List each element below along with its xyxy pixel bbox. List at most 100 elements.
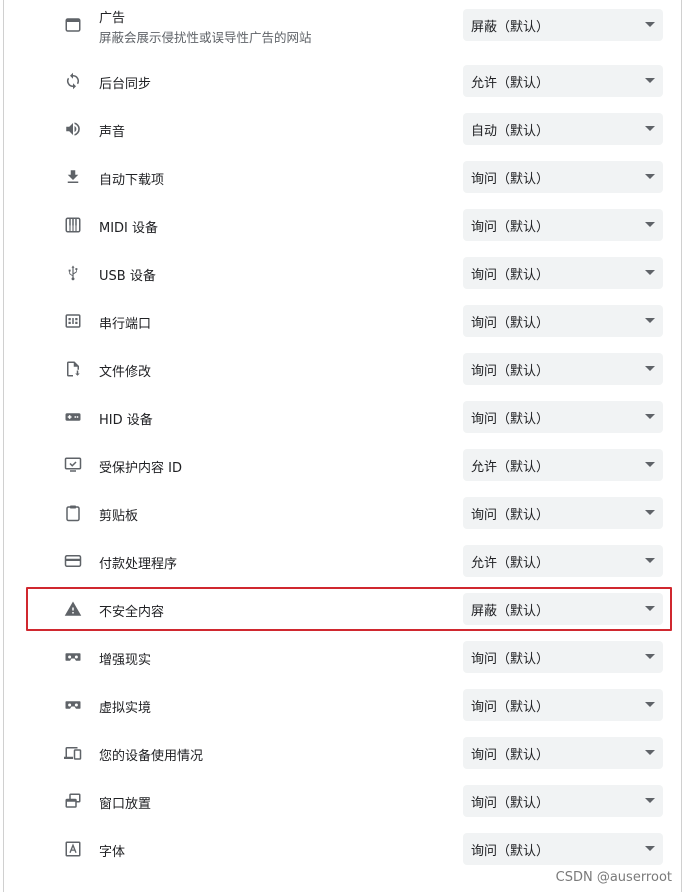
- select-value: 询问（默认）: [471, 507, 550, 523]
- select-value: 询问（默认）: [471, 747, 550, 763]
- watermark: CSDN @auserroot: [555, 870, 672, 885]
- setting-row-hid: HID 设备 询问（默认）: [0, 393, 686, 441]
- chevron-down-icon: [645, 174, 655, 179]
- background-sync-select[interactable]: 允许（默认）: [463, 65, 663, 97]
- setting-row-sound: 声音 自动（默认）: [0, 105, 686, 153]
- usb-select[interactable]: 询问（默认）: [463, 257, 663, 289]
- setting-row-window-placement: 窗口放置 询问（默认）: [0, 777, 686, 825]
- select-value: 允许（默认）: [471, 75, 550, 91]
- setting-label: 后台同步: [99, 77, 152, 92]
- virtual-reality-select[interactable]: 询问（默认）: [463, 689, 663, 721]
- credit-card-icon: [62, 550, 84, 572]
- setting-label: 声音: [99, 125, 126, 140]
- serial-port-icon: [62, 310, 84, 332]
- setting-row-midi: MIDI 设备 询问（默认）: [0, 201, 686, 249]
- gamepad-icon: [62, 406, 84, 428]
- select-value: 询问（默认）: [471, 411, 550, 427]
- window-placement-select[interactable]: 询问（默认）: [463, 785, 663, 817]
- setting-label: HID 设备: [99, 413, 153, 428]
- select-value: 询问（默认）: [471, 219, 550, 235]
- chevron-down-icon: [645, 558, 655, 563]
- usb-icon: [62, 262, 84, 284]
- setting-row-usb: USB 设备 询问（默认）: [0, 249, 686, 297]
- setting-label: 串行端口: [99, 317, 152, 332]
- setting-label: 自动下载项: [99, 173, 165, 188]
- setting-row-clipboard: 剪贴板 询问（默认）: [0, 489, 686, 537]
- chevron-down-icon: [645, 22, 655, 27]
- devices-icon: [62, 742, 84, 764]
- chevron-down-icon: [645, 78, 655, 83]
- setting-row-serial-ports: 串行端口 询问（默认）: [0, 297, 686, 345]
- chevron-down-icon: [645, 366, 655, 371]
- chevron-down-icon: [645, 462, 655, 467]
- vr-headset-icon: [62, 694, 84, 716]
- setting-label: 您的设备使用情况: [99, 749, 204, 764]
- hid-select[interactable]: 询问（默认）: [463, 401, 663, 433]
- setting-description: 屏蔽会展示侵扰性或误导性广告的网站: [99, 30, 312, 45]
- setting-row-augmented-reality: 增强现实 询问（默认）: [0, 633, 686, 681]
- font-icon: [62, 838, 84, 860]
- select-value: 询问（默认）: [471, 843, 550, 859]
- device-use-select[interactable]: 询问（默认）: [463, 737, 663, 769]
- payment-handlers-select[interactable]: 允许（默认）: [463, 545, 663, 577]
- highlight-box: [26, 587, 672, 631]
- setting-row-fonts: 字体 询问（默认）: [0, 825, 686, 873]
- select-value: 自动（默认）: [471, 123, 550, 139]
- protected-content-select[interactable]: 允许（默认）: [463, 449, 663, 481]
- setting-label: 广告: [99, 11, 126, 26]
- setting-label: 文件修改: [99, 365, 152, 380]
- setting-label: 剪贴板: [99, 509, 139, 524]
- chevron-down-icon: [645, 222, 655, 227]
- protected-content-icon: [62, 454, 84, 476]
- setting-label: 虚拟实境: [99, 701, 152, 716]
- select-value: 询问（默认）: [471, 171, 550, 187]
- setting-label: 付款处理程序: [99, 557, 178, 572]
- setting-row-file-editing: 文件修改 询问（默认）: [0, 345, 686, 393]
- select-value: 询问（默认）: [471, 795, 550, 811]
- setting-label: 窗口放置: [99, 797, 152, 812]
- setting-row-background-sync: 后台同步 允许（默认）: [0, 57, 686, 105]
- chevron-down-icon: [645, 510, 655, 515]
- piano-icon: [62, 214, 84, 236]
- chevron-down-icon: [645, 750, 655, 755]
- select-value: 屏蔽（默认）: [471, 19, 550, 35]
- select-value: 询问（默认）: [471, 267, 550, 283]
- setting-row-payment-handlers: 付款处理程序 允许（默认）: [0, 537, 686, 585]
- ads-permission-select[interactable]: 屏蔽（默认）: [463, 9, 663, 41]
- vr-headset-icon: [62, 646, 84, 668]
- download-icon: [62, 166, 84, 188]
- select-value: 询问（默认）: [471, 699, 550, 715]
- chevron-down-icon: [645, 846, 655, 851]
- select-value: 询问（默认）: [471, 315, 550, 331]
- setting-label: 受保护内容 ID: [99, 461, 182, 476]
- midi-select[interactable]: 询问（默认）: [463, 209, 663, 241]
- volume-icon: [62, 118, 84, 140]
- select-value: 询问（默认）: [471, 363, 550, 379]
- setting-label: 增强现实: [99, 653, 152, 668]
- setting-label: USB 设备: [99, 269, 156, 284]
- setting-row-device-use: 您的设备使用情况 询问（默认）: [0, 729, 686, 777]
- chevron-down-icon: [645, 126, 655, 131]
- file-save-icon: [62, 358, 84, 380]
- select-value: 询问（默认）: [471, 651, 550, 667]
- setting-row-ads: 广告 屏蔽会展示侵扰性或误导性广告的网站 屏蔽（默认）: [0, 0, 686, 50]
- clipboard-select[interactable]: 询问（默认）: [463, 497, 663, 529]
- setting-row-protected-content: 受保护内容 ID 允许（默认）: [0, 441, 686, 489]
- auto-downloads-select[interactable]: 询问（默认）: [463, 161, 663, 193]
- chevron-down-icon: [645, 798, 655, 803]
- sound-select[interactable]: 自动（默认）: [463, 113, 663, 145]
- fonts-select[interactable]: 询问（默认）: [463, 833, 663, 865]
- setting-label: MIDI 设备: [99, 221, 159, 236]
- file-editing-select[interactable]: 询问（默认）: [463, 353, 663, 385]
- chevron-down-icon: [645, 318, 655, 323]
- clipboard-icon: [62, 502, 84, 524]
- ad-window-icon: [62, 14, 84, 36]
- chevron-down-icon: [645, 654, 655, 659]
- select-value: 允许（默认）: [471, 459, 550, 475]
- augmented-reality-select[interactable]: 询问（默认）: [463, 641, 663, 673]
- serial-ports-select[interactable]: 询问（默认）: [463, 305, 663, 337]
- setting-row-virtual-reality: 虚拟实境 询问（默认）: [0, 681, 686, 729]
- chevron-down-icon: [645, 270, 655, 275]
- chevron-down-icon: [645, 702, 655, 707]
- setting-row-auto-downloads: 自动下载项 询问（默认）: [0, 153, 686, 201]
